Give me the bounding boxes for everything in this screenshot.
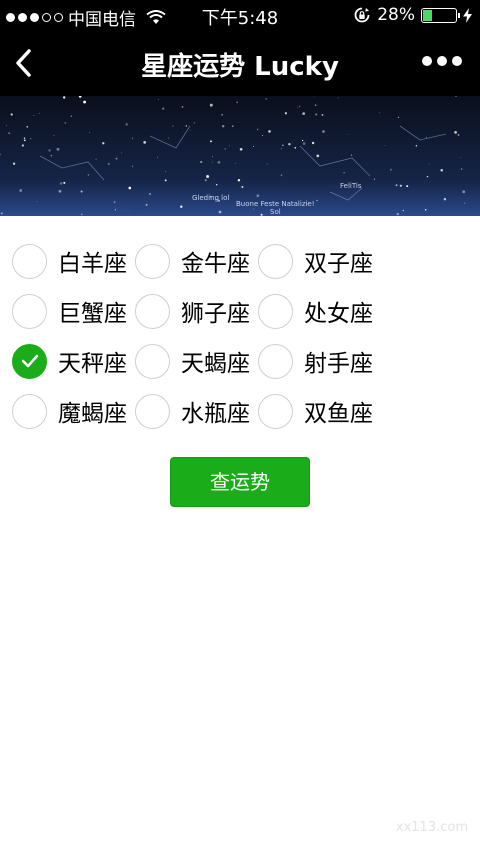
zodiac-option[interactable]: 天蝎座 <box>135 343 258 379</box>
zodiac-option-label: 白羊座 <box>58 251 127 277</box>
zodiac-option-label: 狮子座 <box>181 301 250 327</box>
status-right: 28% <box>353 5 472 25</box>
radio-checked-icon[interactable] <box>12 343 47 379</box>
starry-sky-banner: Gleding lol Buone Feste Natalizie! Sol F… <box>0 96 480 216</box>
radio-unchecked-icon[interactable] <box>12 293 47 329</box>
option-row: 白羊座 金牛座 双子座 <box>12 236 381 286</box>
banner-star-label-2: Buone Feste Natalizie! <box>236 200 315 208</box>
nav-bar: 星座运势 Lucky <box>0 30 480 96</box>
radio-unchecked-icon[interactable] <box>12 393 47 429</box>
zodiac-option-label: 水瓶座 <box>181 401 250 427</box>
check-fortune-button[interactable]: 查运势 <box>170 457 310 507</box>
battery-percent: 28% <box>377 5 415 25</box>
banner-star-label-1: Gleding lol <box>192 194 229 202</box>
watermark: xx113.com <box>395 820 468 835</box>
zodiac-option[interactable]: 双鱼座 <box>258 393 381 429</box>
zodiac-option[interactable]: 魔蝎座 <box>12 393 135 429</box>
more-options-button[interactable] <box>422 56 462 66</box>
radio-unchecked-icon[interactable] <box>258 343 293 379</box>
radio-unchecked-icon[interactable] <box>258 293 293 329</box>
zodiac-option[interactable]: 处女座 <box>258 293 381 329</box>
radio-unchecked-icon[interactable] <box>258 393 293 429</box>
zodiac-option[interactable]: 双子座 <box>258 243 381 279</box>
zodiac-option-label: 双子座 <box>304 251 373 277</box>
zodiac-radio-group: 白羊座 金牛座 双子座巨蟹座 狮子座 处女座天秤座 天蝎座 射手座魔蝎座 水瓶座 双鱼座 <box>12 236 381 436</box>
zodiac-option[interactable]: 狮子座 <box>135 293 258 329</box>
page-title: 星座运势 Lucky <box>141 52 339 82</box>
zodiac-option[interactable]: 巨蟹座 <box>12 293 135 329</box>
zodiac-option-label: 金牛座 <box>181 251 250 277</box>
zodiac-option-label: 天蝎座 <box>181 351 250 377</box>
option-row: 巨蟹座 狮子座 处女座 <box>12 286 381 336</box>
radio-unchecked-icon[interactable] <box>12 243 47 279</box>
radio-unchecked-icon[interactable] <box>135 393 170 429</box>
battery-level <box>423 9 432 21</box>
banner-star-label-4: FeliTis <box>340 182 362 190</box>
charging-bolt-icon <box>463 7 472 23</box>
radio-unchecked-icon[interactable] <box>135 293 170 329</box>
zodiac-option-label: 巨蟹座 <box>58 301 127 327</box>
zodiac-option[interactable]: 水瓶座 <box>135 393 258 429</box>
zodiac-option-label: 处女座 <box>304 301 373 327</box>
battery-icon <box>421 7 460 23</box>
zodiac-option[interactable]: 天秤座 <box>12 343 135 379</box>
status-bar: 中国电信 下午5:48 28% <box>0 0 480 30</box>
zodiac-option[interactable]: 金牛座 <box>135 243 258 279</box>
radio-unchecked-icon[interactable] <box>135 243 170 279</box>
zodiac-option[interactable]: 射手座 <box>258 343 381 379</box>
radio-unchecked-icon[interactable] <box>135 343 170 379</box>
zodiac-option-label: 魔蝎座 <box>58 401 127 427</box>
zodiac-option-label: 天秤座 <box>58 351 127 377</box>
zodiac-option-label: 双鱼座 <box>304 401 373 427</box>
zodiac-option[interactable]: 白羊座 <box>12 243 135 279</box>
zodiac-option-label: 射手座 <box>304 351 373 377</box>
rotation-lock-icon <box>354 7 370 23</box>
radio-unchecked-icon[interactable] <box>258 243 293 279</box>
banner-star-label-3: Sol <box>270 208 281 216</box>
option-row: 魔蝎座 水瓶座 双鱼座 <box>12 386 381 436</box>
checkmark-icon <box>21 354 38 368</box>
option-row: 天秤座 天蝎座 射手座 <box>12 336 381 386</box>
